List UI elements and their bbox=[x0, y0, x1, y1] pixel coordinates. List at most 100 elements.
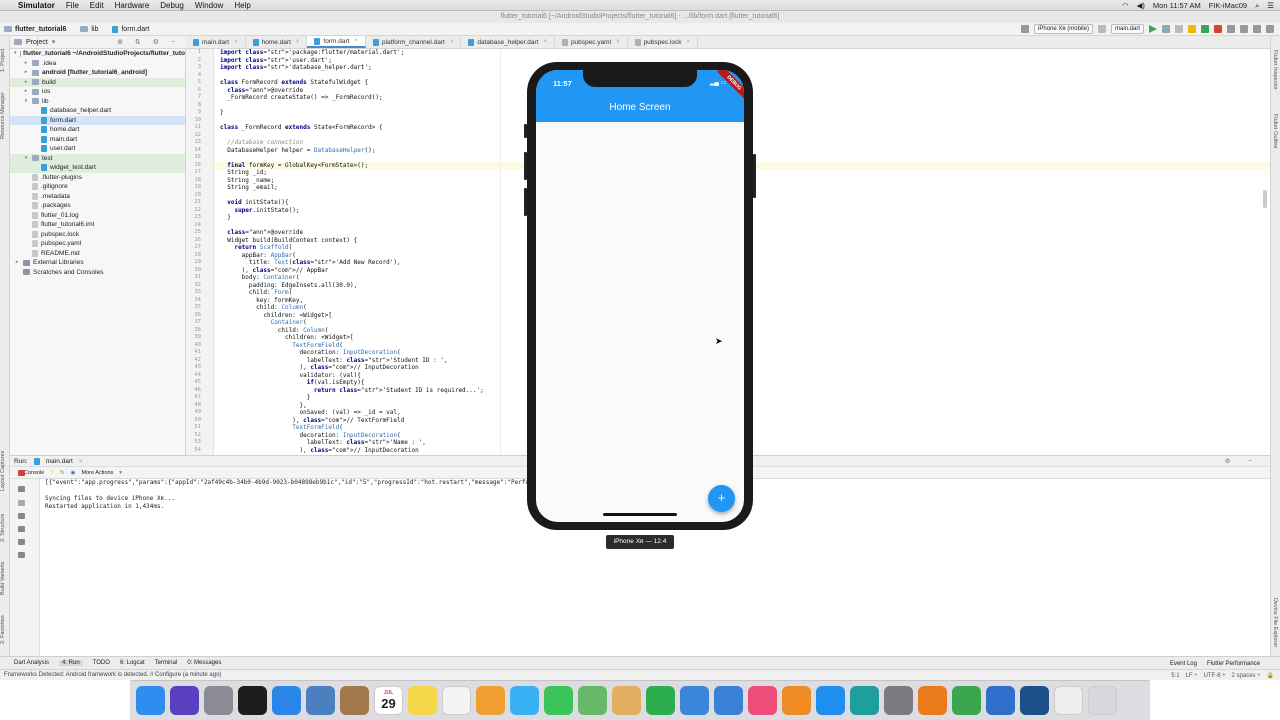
scroll-to-end-icon[interactable] bbox=[18, 526, 25, 532]
project-view-selector[interactable]: Project bbox=[26, 39, 48, 46]
line-separator[interactable]: LF ÷ bbox=[1186, 673, 1198, 679]
tree-item[interactable]: pubspec.yaml bbox=[10, 239, 185, 249]
breadcrumb-lib[interactable]: lib bbox=[80, 26, 98, 33]
tree-item[interactable]: flutter_01.log bbox=[10, 211, 185, 221]
close-icon[interactable]: × bbox=[450, 39, 454, 45]
dock-notes-icon[interactable] bbox=[408, 686, 437, 715]
tree-item[interactable]: ▸ ios bbox=[10, 87, 185, 97]
volume-icon[interactable]: ◀) bbox=[1137, 1, 1145, 10]
dock-itunes-icon[interactable] bbox=[748, 686, 777, 715]
tree-item[interactable]: user.dart bbox=[10, 144, 185, 154]
tool-flutter-performance[interactable]: Flutter Performance bbox=[1207, 661, 1260, 667]
dock-siri-icon[interactable] bbox=[170, 686, 199, 715]
dock-keynote-icon[interactable] bbox=[680, 686, 709, 715]
dock-launchpad-icon[interactable] bbox=[204, 686, 233, 715]
tool-messages[interactable]: 0: Messages bbox=[187, 660, 221, 666]
dock-maya-icon[interactable] bbox=[850, 686, 879, 715]
dock-document-icon[interactable] bbox=[1054, 686, 1083, 715]
print-icon[interactable] bbox=[18, 539, 25, 545]
dock-blender-icon[interactable] bbox=[918, 686, 947, 715]
tool-tab-flutter-outline[interactable]: Flutter Outline bbox=[1272, 106, 1278, 156]
chevron-down-icon[interactable]: ▾ bbox=[52, 38, 56, 46]
tree-item[interactable]: widget_test.dart bbox=[10, 163, 185, 173]
menu-item-file[interactable]: File bbox=[66, 1, 79, 10]
tree-item[interactable]: home.dart bbox=[10, 125, 185, 135]
panel-actions[interactable]: ⊕ ⇅ ⚙ − bbox=[117, 38, 180, 46]
wifi-icon[interactable]: ◠ bbox=[1122, 1, 1129, 10]
expand-toggle-icon[interactable]: ▾ bbox=[14, 49, 17, 59]
editor-tab[interactable]: main.dart × bbox=[186, 36, 246, 48]
tree-item[interactable]: ▸ .idea bbox=[10, 59, 185, 69]
hot-restart-icon[interactable] bbox=[1201, 25, 1209, 33]
tool-event-log[interactable]: Event Log bbox=[1170, 661, 1197, 667]
tree-item[interactable]: flutter_tutorial6.iml bbox=[10, 220, 185, 230]
hot-reload-icon[interactable]: ⚡ bbox=[50, 470, 54, 476]
tool-tab-layout-captures[interactable]: Layout Captures bbox=[0, 446, 10, 496]
notification-center-icon[interactable]: ☰ bbox=[1267, 1, 1274, 10]
close-icon[interactable]: × bbox=[354, 38, 358, 44]
clock[interactable]: Mon 11:57 AM bbox=[1153, 1, 1201, 10]
tree-item[interactable]: main.dart bbox=[10, 135, 185, 145]
debug-icon[interactable] bbox=[1162, 25, 1170, 33]
menu-item-help[interactable]: Help bbox=[234, 1, 250, 10]
expand-toggle-icon[interactable]: ▾ bbox=[23, 154, 29, 164]
tool-tab-project[interactable]: 1: Project bbox=[0, 40, 10, 80]
editor-tab[interactable]: home.dart × bbox=[246, 36, 308, 48]
editor-tab[interactable]: database_helper.dart × bbox=[461, 36, 555, 48]
expand-toggle-icon[interactable]: ▸ bbox=[23, 68, 29, 78]
close-icon[interactable]: × bbox=[296, 39, 300, 45]
expand-toggle-icon[interactable]: ▸ bbox=[23, 87, 29, 97]
tree-item[interactable]: ▾ flutter_tutorial6 ~/AndroidStudioProjec… bbox=[10, 49, 185, 59]
tree-item[interactable]: README.md bbox=[10, 249, 185, 259]
tool-tab-resource-manager[interactable]: Resource Manager bbox=[0, 86, 10, 146]
dock-system-preferences-icon[interactable] bbox=[884, 686, 913, 715]
tree-item[interactable]: Scratches and Consoles bbox=[10, 268, 185, 278]
code-line[interactable]: import class="str">'package:flutter/mate… bbox=[214, 49, 1270, 57]
tool-run[interactable]: 4: Run bbox=[59, 660, 83, 666]
menu-item-debug[interactable]: Debug bbox=[160, 1, 184, 10]
add-record-fab[interactable]: + bbox=[708, 485, 735, 512]
close-icon[interactable]: × bbox=[616, 39, 620, 45]
tree-item[interactable]: ▸ android [flutter_tutorial6_android] bbox=[10, 68, 185, 78]
lock-icon[interactable]: 🔒 bbox=[1267, 672, 1274, 679]
run-icon[interactable] bbox=[1149, 25, 1157, 33]
dock-android-studio-icon[interactable] bbox=[952, 686, 981, 715]
editor-tab[interactable]: pubspec.lock × bbox=[628, 36, 699, 48]
dock-preview-icon[interactable] bbox=[612, 686, 641, 715]
dock-numbers-icon[interactable] bbox=[646, 686, 675, 715]
tree-item[interactable]: pubspec.lock bbox=[10, 230, 185, 240]
trash-icon[interactable] bbox=[18, 552, 25, 558]
dock-safari-icon[interactable] bbox=[272, 686, 301, 715]
tool-tab-build-variants[interactable]: Build Variants bbox=[0, 556, 10, 600]
dock-messages-icon[interactable] bbox=[510, 686, 539, 715]
tree-item[interactable]: ▸ External Libraries bbox=[10, 258, 185, 268]
dock-trash-icon[interactable] bbox=[1088, 686, 1117, 715]
dock-app-store-icon[interactable] bbox=[816, 686, 845, 715]
tree-item[interactable]: ▾ lib bbox=[10, 97, 185, 107]
console-tab[interactable]: Console bbox=[24, 470, 44, 476]
dock-notefile-icon[interactable] bbox=[340, 686, 369, 715]
more-actions-button[interactable]: More Actions bbox=[81, 470, 113, 476]
tree-item[interactable]: form.dart bbox=[10, 115, 185, 125]
hot-restart-icon[interactable]: ↻ bbox=[60, 470, 65, 476]
hot-reload-icon[interactable] bbox=[1188, 25, 1196, 33]
refresh-icon[interactable] bbox=[1097, 25, 1106, 33]
stop-icon[interactable] bbox=[1214, 25, 1222, 33]
expand-toggle-icon[interactable]: ▸ bbox=[23, 78, 29, 88]
dock-xcode-preview-icon[interactable] bbox=[306, 686, 335, 715]
dock-finder-icon[interactable] bbox=[136, 686, 165, 715]
menu-item-hardware[interactable]: Hardware bbox=[115, 1, 150, 10]
dock-quicktime-icon[interactable] bbox=[1020, 686, 1049, 715]
tree-item[interactable]: .packages bbox=[10, 201, 185, 211]
devtools-icon[interactable]: ◉ bbox=[71, 470, 76, 476]
expand-toggle-icon[interactable]: ▾ bbox=[23, 97, 29, 107]
tree-item[interactable]: .flutter-plugins bbox=[10, 173, 185, 183]
search-icon[interactable] bbox=[1266, 25, 1274, 33]
spotlight-icon[interactable]: ⌕ bbox=[1255, 1, 1259, 11]
menu-item-edit[interactable]: Edit bbox=[90, 1, 104, 10]
menu-item-simulator[interactable]: Simulator bbox=[18, 1, 55, 10]
editor-scrollbar[interactable] bbox=[1263, 190, 1267, 208]
dock-books-icon[interactable] bbox=[782, 686, 811, 715]
sdk-manager-icon[interactable] bbox=[1253, 25, 1261, 33]
run-config-selector[interactable]: main.dart bbox=[1110, 24, 1144, 34]
